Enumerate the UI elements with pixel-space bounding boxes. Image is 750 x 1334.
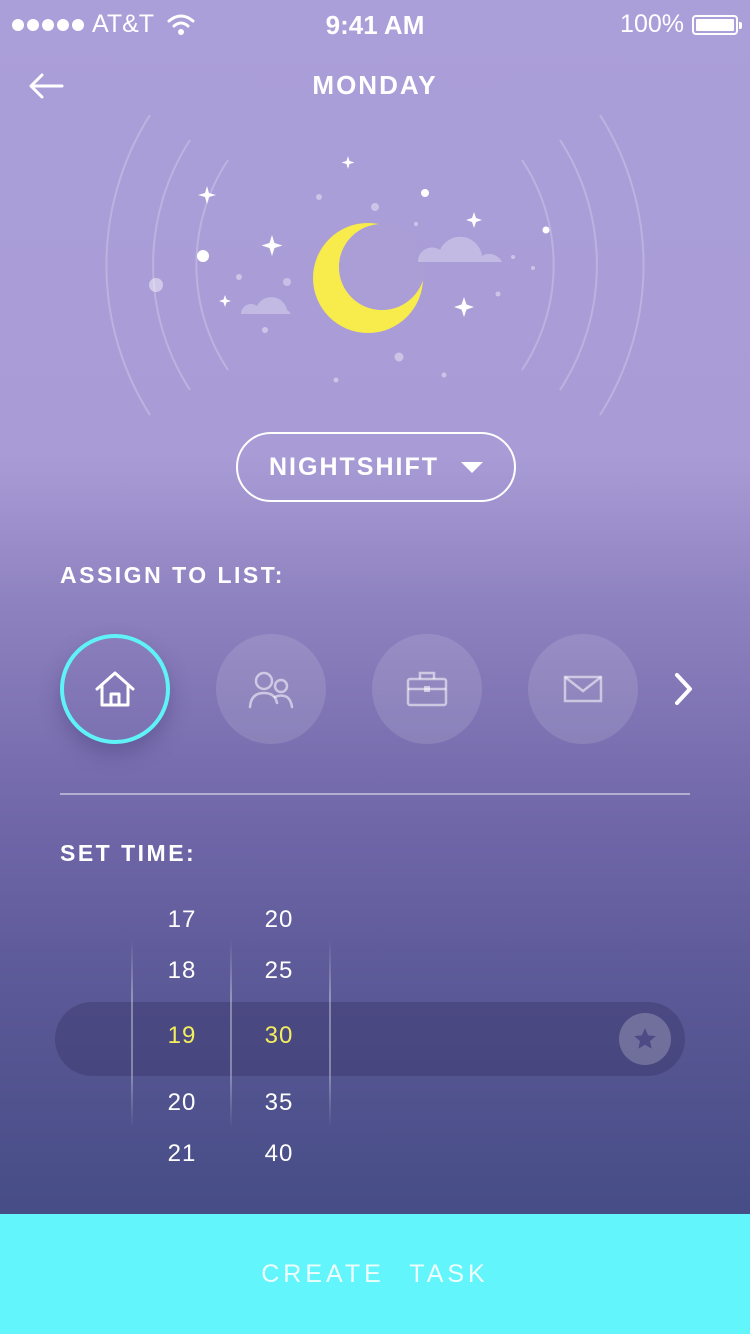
moon-icon bbox=[313, 223, 425, 333]
create-task-button[interactable]: CREATE TASK bbox=[0, 1214, 750, 1334]
hour-option[interactable]: 17 bbox=[142, 906, 222, 934]
mail-icon bbox=[563, 675, 603, 703]
star-icon bbox=[634, 1028, 656, 1049]
status-right: 100% bbox=[620, 10, 742, 39]
list-option-work[interactable] bbox=[372, 634, 482, 744]
battery-icon bbox=[692, 14, 742, 35]
favorite-button[interactable] bbox=[619, 1013, 671, 1065]
minute-option[interactable]: 25 bbox=[239, 957, 319, 985]
home-icon bbox=[95, 671, 135, 707]
set-time-label: SET TIME: bbox=[60, 840, 197, 866]
briefcase-icon bbox=[406, 671, 448, 707]
list-option-home[interactable] bbox=[60, 634, 170, 744]
minute-option[interactable]: 20 bbox=[239, 906, 319, 934]
minute-option-selected[interactable]: 30 bbox=[239, 1022, 319, 1050]
section-divider bbox=[60, 793, 690, 795]
hour-option[interactable]: 18 bbox=[142, 957, 222, 985]
shift-dropdown-value: NIGHTSHIFT bbox=[269, 452, 439, 481]
night-illustration bbox=[105, 114, 645, 416]
column-divider bbox=[131, 940, 133, 1128]
assign-list-label: ASSIGN TO LIST: bbox=[60, 562, 285, 588]
caret-down-icon bbox=[461, 461, 483, 473]
shift-dropdown[interactable]: NIGHTSHIFT bbox=[236, 432, 516, 502]
battery-label: 100% bbox=[620, 10, 684, 38]
minute-option[interactable]: 40 bbox=[239, 1140, 319, 1168]
minute-option[interactable]: 35 bbox=[239, 1089, 319, 1117]
chevron-right-icon[interactable] bbox=[668, 670, 698, 708]
hour-option[interactable]: 21 bbox=[142, 1140, 222, 1168]
list-option-people[interactable] bbox=[216, 634, 326, 744]
status-bar: AT&T 9:41 AM 100% bbox=[0, 0, 750, 48]
list-option-mail[interactable] bbox=[528, 634, 638, 744]
list-selector bbox=[60, 634, 710, 744]
people-icon bbox=[248, 671, 294, 709]
hour-option-selected[interactable]: 19 bbox=[142, 1022, 222, 1050]
column-divider bbox=[230, 940, 232, 1128]
hour-option[interactable]: 20 bbox=[142, 1089, 222, 1117]
column-divider bbox=[329, 940, 331, 1128]
